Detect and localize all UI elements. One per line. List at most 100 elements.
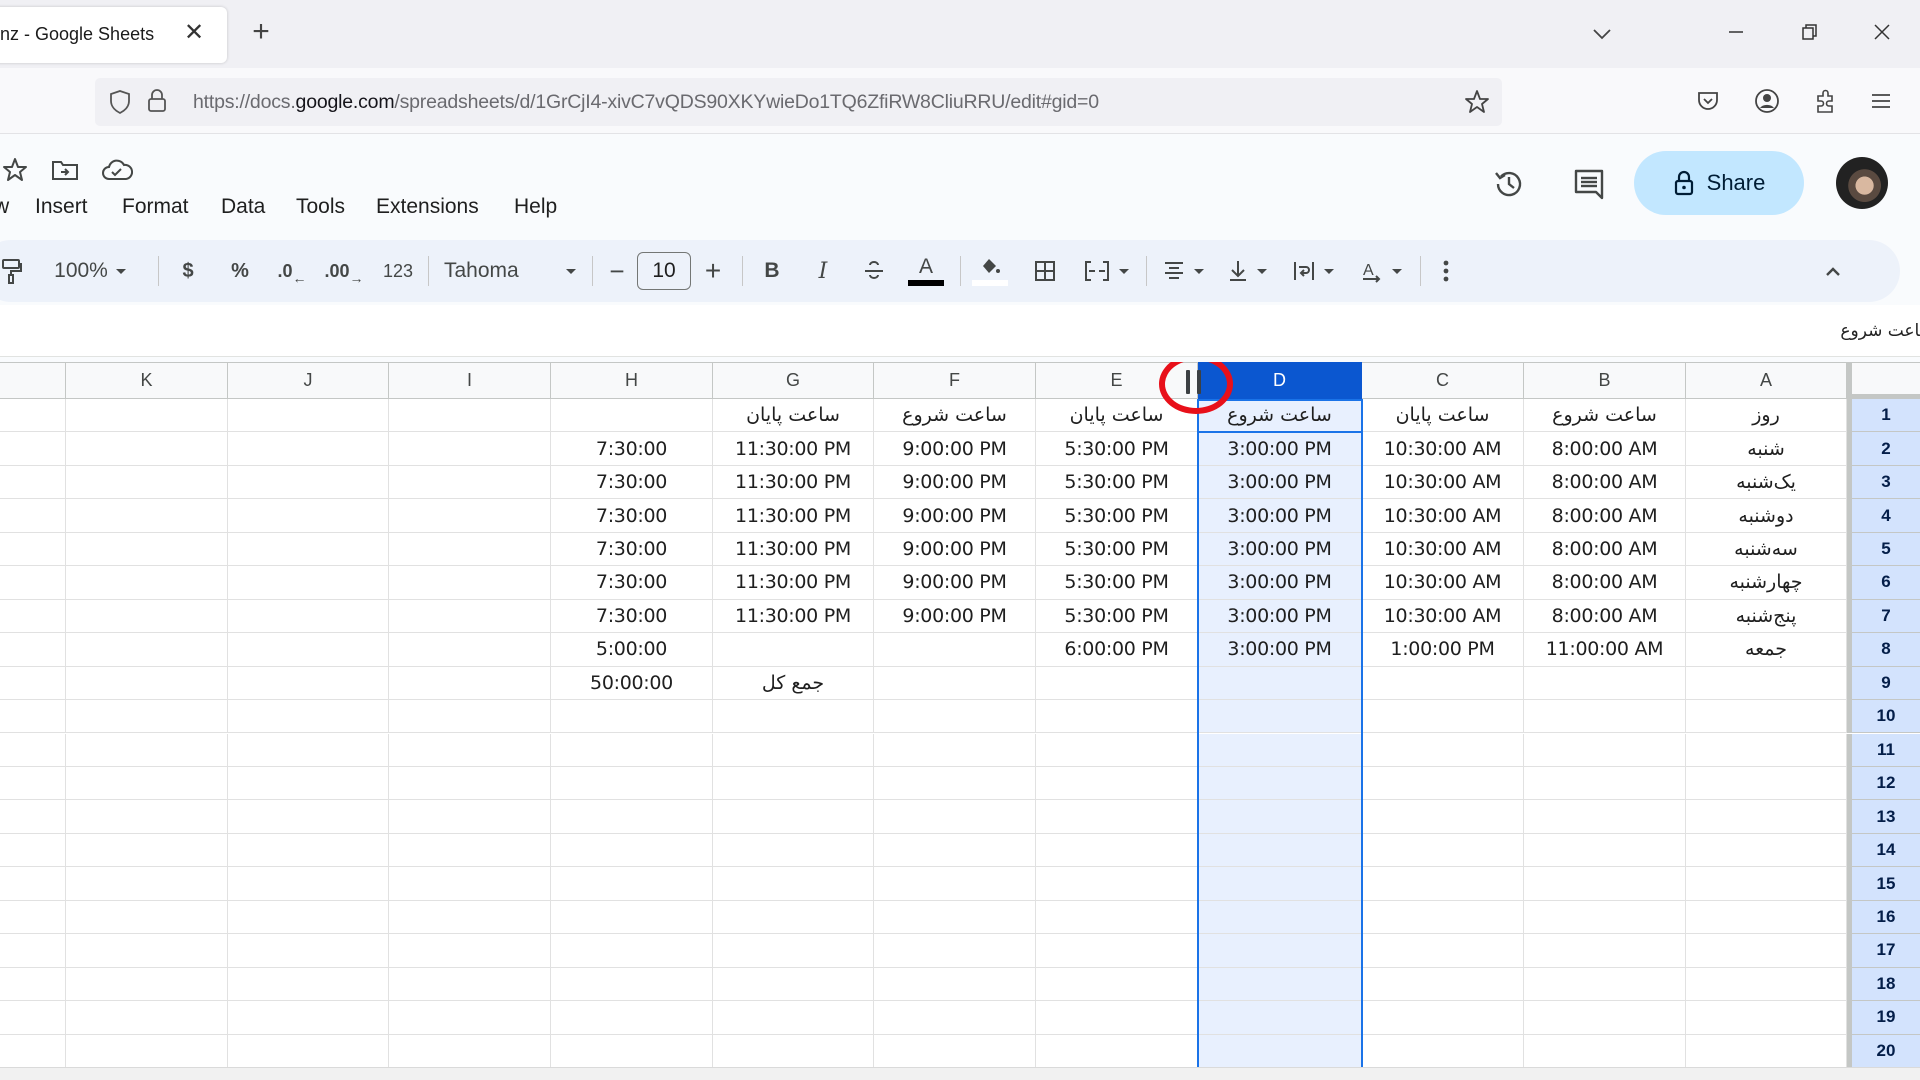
column-header-i[interactable]: I (389, 362, 551, 399)
cell-l16[interactable] (0, 900, 66, 935)
cell-i7[interactable] (389, 599, 551, 634)
cell-g18[interactable] (713, 967, 874, 1002)
cell-j15[interactable] (228, 867, 389, 901)
cell-k6[interactable] (66, 566, 228, 600)
collapse-menu-chevron-icon[interactable] (1816, 240, 1850, 302)
cell-e19[interactable] (1036, 1001, 1198, 1035)
cell-g14[interactable] (713, 833, 874, 868)
format-currency-button[interactable]: $ (170, 240, 206, 302)
column-header-f[interactable]: F (874, 362, 1036, 399)
cell-j2[interactable] (228, 432, 389, 466)
vertical-align-icon[interactable] (1220, 240, 1274, 302)
cell-i20[interactable] (389, 1034, 551, 1068)
paint-format-icon[interactable] (0, 240, 26, 302)
new-tab-icon[interactable]: + (247, 17, 275, 47)
cell-l12[interactable] (0, 766, 66, 801)
row-header-3[interactable]: 3 (1847, 465, 1920, 500)
column-header-a[interactable]: A (1686, 362, 1847, 399)
cell-i17[interactable] (389, 934, 551, 968)
cell-a8[interactable]: جمعه (1686, 633, 1847, 667)
column-header-c[interactable]: C (1362, 362, 1524, 399)
row-header-4[interactable]: 4 (1847, 499, 1920, 533)
cell-h12[interactable] (551, 766, 713, 801)
cell-i11[interactable] (389, 733, 551, 767)
cell-k5[interactable] (66, 532, 228, 567)
cell-g11[interactable] (713, 733, 874, 767)
cell-g19[interactable] (713, 1001, 874, 1035)
cell-k8[interactable] (66, 633, 228, 667)
cell-c8[interactable]: 1:00:00 PM (1362, 633, 1524, 667)
cell-k12[interactable] (66, 766, 228, 801)
cell-e1[interactable]: ساعت پایان (1036, 399, 1198, 433)
cell-l11[interactable] (0, 733, 66, 767)
formula-bar[interactable]: ساعت شروع (0, 305, 1920, 357)
cell-d17[interactable] (1198, 934, 1362, 968)
cell-g13[interactable] (713, 800, 874, 834)
cell-a9[interactable] (1686, 666, 1847, 701)
cell-g6[interactable]: 11:30:00 PM (713, 566, 874, 600)
cell-h8[interactable]: 5:00:00 (551, 633, 713, 667)
cell-g8[interactable] (713, 633, 874, 667)
tab-close-icon[interactable]: ✕ (180, 19, 208, 47)
cell-f15[interactable] (874, 867, 1036, 901)
cell-j16[interactable] (228, 900, 389, 935)
cell-j19[interactable] (228, 1001, 389, 1035)
cell-f17[interactable] (874, 934, 1036, 968)
cell-k4[interactable] (66, 499, 228, 533)
increase-decimal-button[interactable]: .00 → (322, 240, 366, 302)
column-header-l[interactable] (0, 362, 66, 399)
cell-e7[interactable]: 5:30:00 PM (1036, 599, 1198, 634)
cell-a19[interactable] (1686, 1001, 1847, 1035)
menu-view[interactable]: w (0, 195, 9, 219)
cell-e2[interactable]: 5:30:00 PM (1036, 432, 1198, 466)
cell-c16[interactable] (1362, 900, 1524, 935)
cell-i15[interactable] (389, 867, 551, 901)
cell-b12[interactable] (1524, 766, 1686, 801)
cell-a14[interactable] (1686, 833, 1847, 868)
cell-c7[interactable]: 10:30:00 AM (1362, 599, 1524, 634)
text-rotation-icon[interactable]: A (1354, 240, 1408, 302)
cell-l13[interactable] (0, 800, 66, 834)
cell-b6[interactable]: 8:00:00 AM (1524, 566, 1686, 600)
cell-j20[interactable] (228, 1034, 389, 1068)
cell-d6[interactable]: 3:00:00 PM (1198, 566, 1362, 600)
shield-icon[interactable] (105, 87, 135, 117)
cell-l2[interactable] (0, 432, 66, 466)
more-options-icon[interactable] (1434, 240, 1458, 302)
cell-i16[interactable] (389, 900, 551, 935)
cell-h17[interactable] (551, 934, 713, 968)
cell-f16[interactable] (874, 900, 1036, 935)
cell-a13[interactable] (1686, 800, 1847, 834)
font-family-select[interactable]: Tahoma (436, 240, 584, 302)
column-header-j[interactable]: J (228, 362, 389, 399)
cell-a10[interactable] (1686, 700, 1847, 734)
cell-f20[interactable] (874, 1034, 1036, 1068)
cell-f14[interactable] (874, 833, 1036, 868)
cell-g9[interactable]: جمع کل (713, 666, 874, 701)
column-header-k[interactable]: K (66, 362, 228, 399)
cell-a12[interactable] (1686, 766, 1847, 801)
star-icon[interactable] (0, 155, 30, 185)
cell-a20[interactable] (1686, 1034, 1847, 1068)
cell-g20[interactable] (713, 1034, 874, 1068)
decrease-decimal-button[interactable]: .0 ← (272, 240, 312, 302)
cell-h13[interactable] (551, 800, 713, 834)
cell-l19[interactable] (0, 1001, 66, 1035)
cell-c10[interactable] (1362, 700, 1524, 734)
menu-extensions[interactable]: Extensions (376, 195, 479, 219)
cell-i8[interactable] (389, 633, 551, 667)
cell-b13[interactable] (1524, 800, 1686, 834)
extensions-icon[interactable] (1810, 86, 1840, 116)
tab-list-chevron-icon[interactable] (1586, 18, 1618, 50)
row-header-11[interactable]: 11 (1847, 733, 1920, 767)
cell-j8[interactable] (228, 633, 389, 667)
cell-e18[interactable] (1036, 967, 1198, 1002)
cell-e6[interactable]: 5:30:00 PM (1036, 566, 1198, 600)
increase-font-size-button[interactable]: + (696, 240, 730, 302)
cell-l18[interactable] (0, 967, 66, 1002)
row-header-10[interactable]: 10 (1847, 700, 1920, 734)
cell-i13[interactable] (389, 800, 551, 834)
cell-c18[interactable] (1362, 967, 1524, 1002)
cell-h18[interactable] (551, 967, 713, 1002)
cell-e4[interactable]: 5:30:00 PM (1036, 499, 1198, 533)
